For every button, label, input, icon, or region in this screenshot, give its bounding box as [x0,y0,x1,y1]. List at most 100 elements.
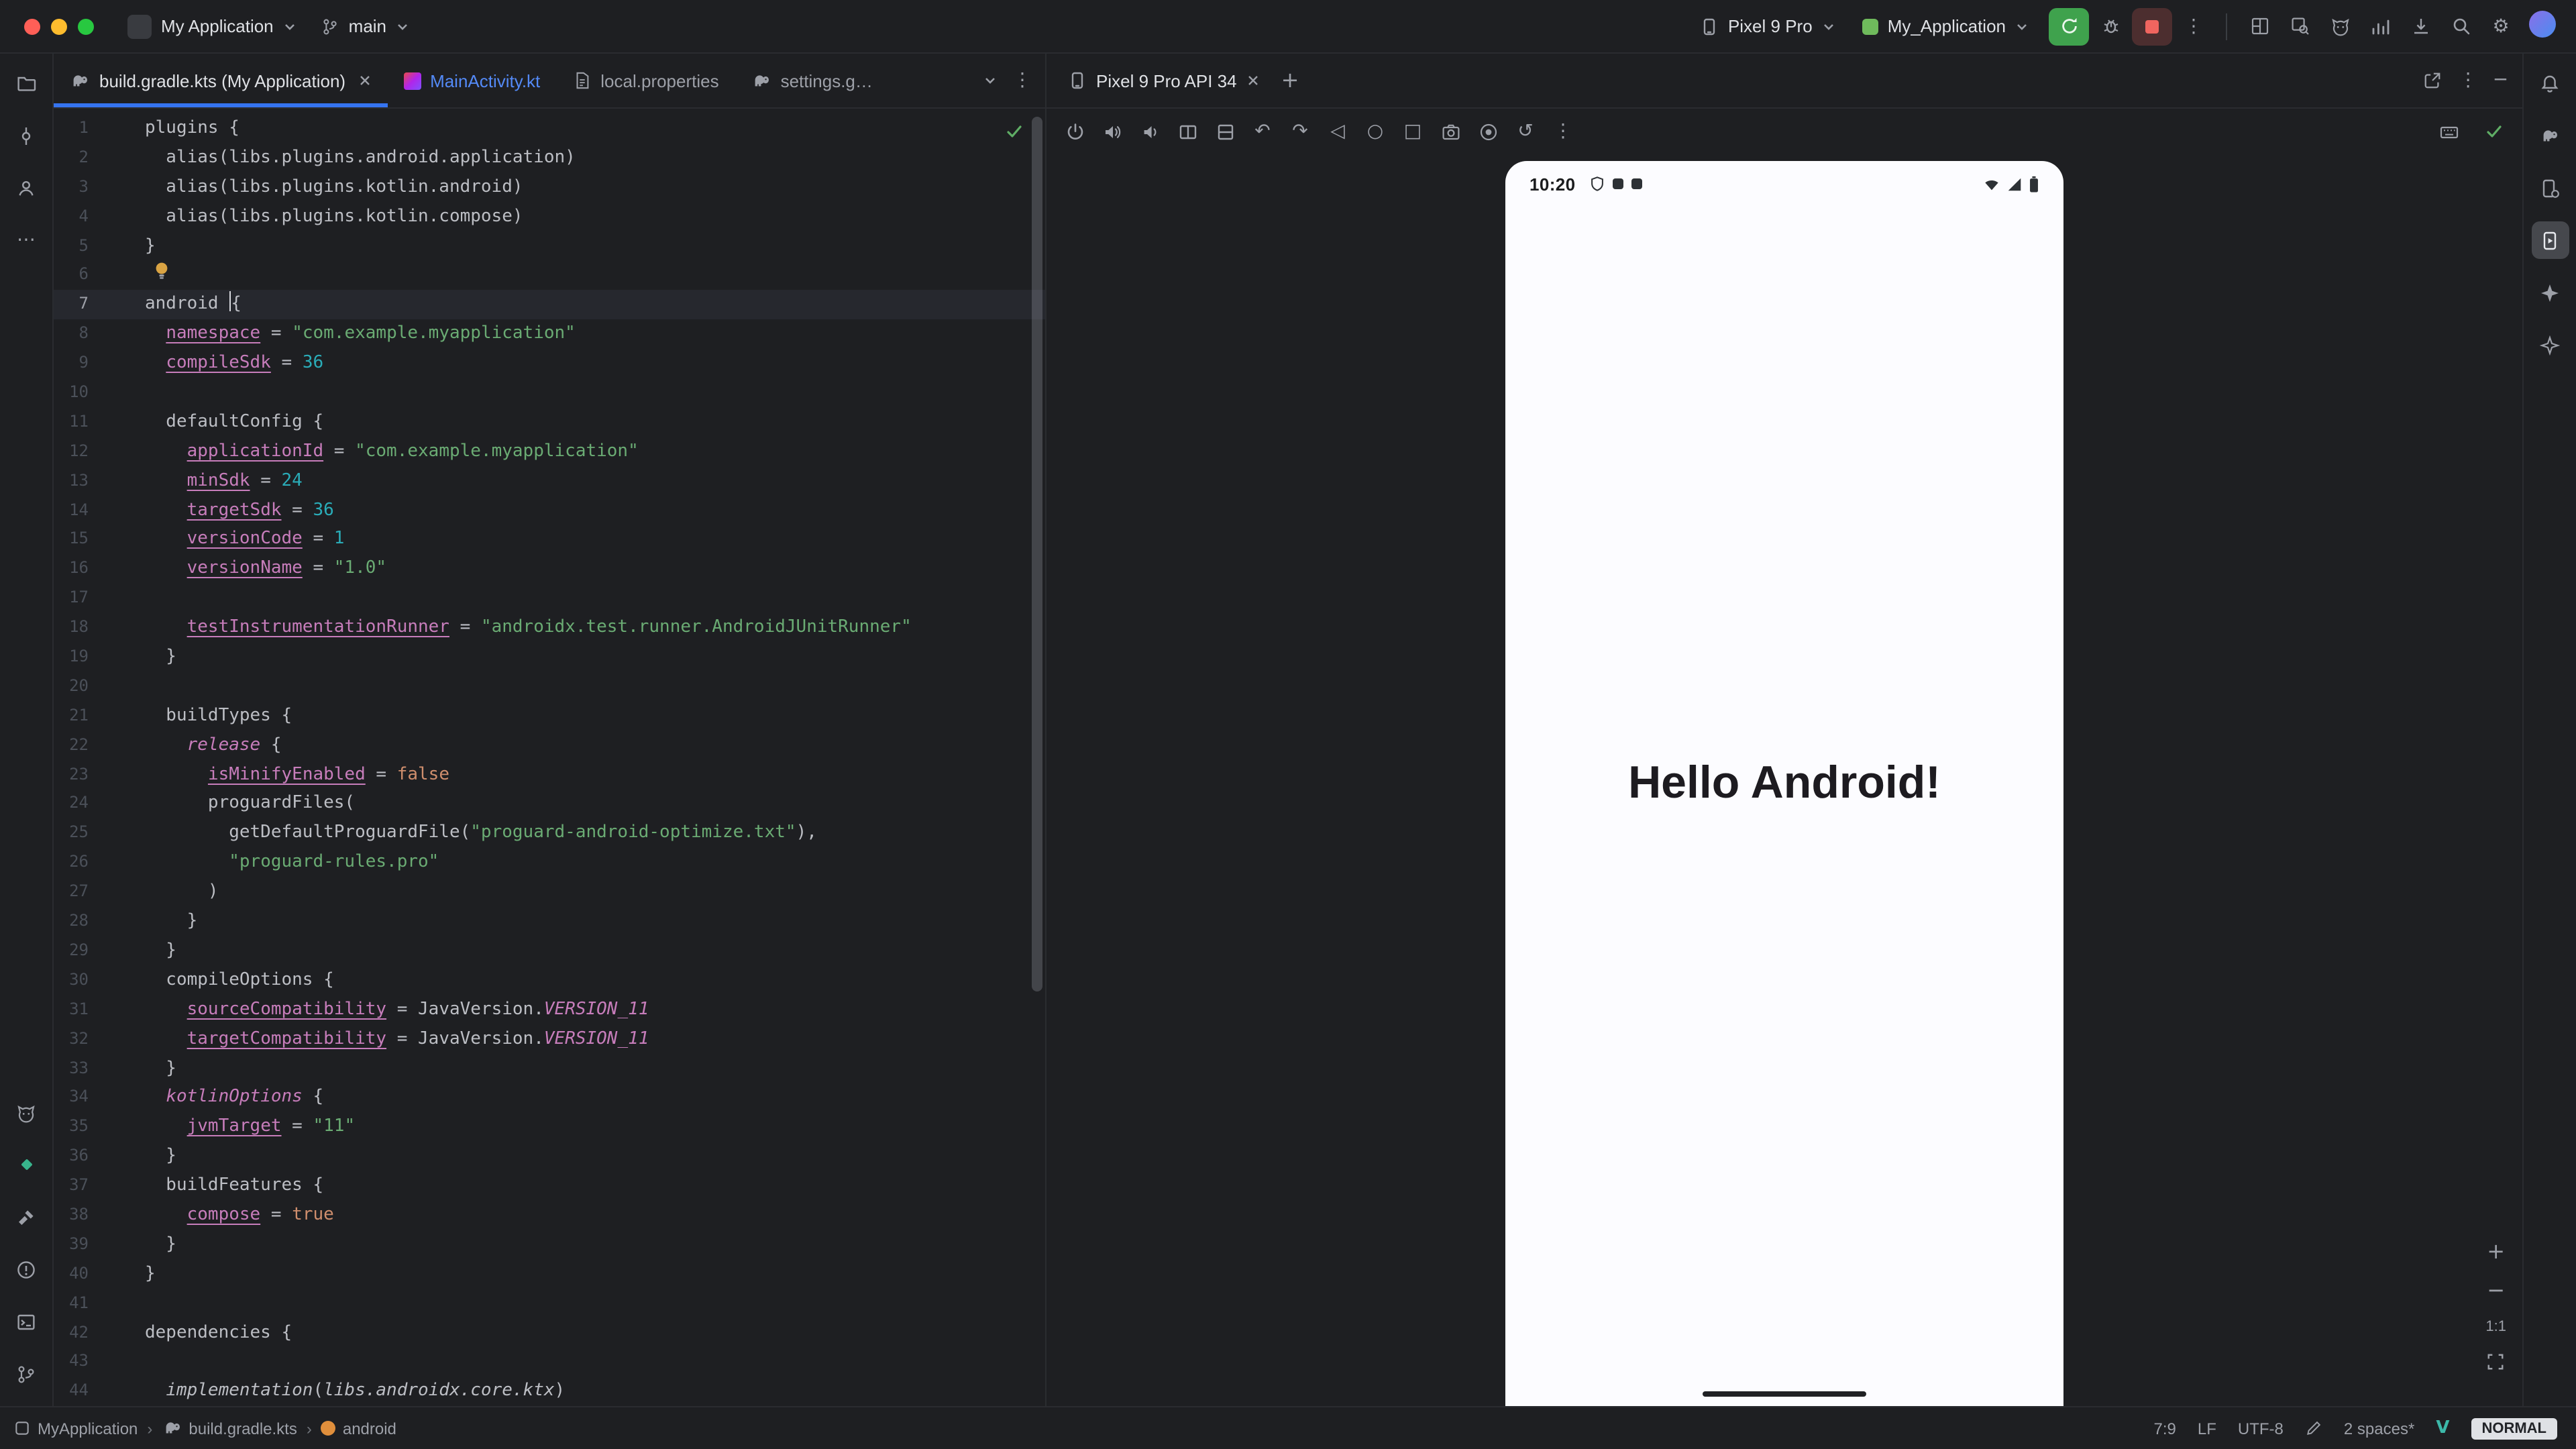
code-line[interactable]: 42dependencies { [54,1318,1045,1348]
close-tab-icon[interactable] [358,74,371,87]
tab-options-icon[interactable]: ⋮ [1013,71,1032,90]
code-line[interactable]: 22 release { [54,731,1045,760]
terminal-icon[interactable] [7,1303,45,1340]
pull-requests-icon[interactable] [7,169,45,207]
code-line[interactable]: 2 alias(libs.plugins.android.application… [54,144,1045,173]
code-line[interactable]: 23 isMinifyEnabled = false [54,760,1045,790]
code-line[interactable]: 31 sourceCompatibility = JavaVersion.VER… [54,995,1045,1024]
zoom-to-fit-icon[interactable] [2487,1352,2506,1371]
code-line[interactable]: 6 [54,261,1045,290]
add-device-tab-button[interactable]: + [1281,70,1299,91]
editor-tab[interactable]: MainActivity.kt [387,54,556,107]
code-line[interactable]: 35 jvmTarget = "11" [54,1113,1045,1142]
power-icon[interactable] [1057,114,1092,149]
code-line[interactable]: 21 buildTypes { [54,702,1045,731]
code-line[interactable]: 43 [54,1348,1045,1377]
overview-icon[interactable]: □ [1395,114,1430,149]
close-device-tab-icon[interactable] [1246,74,1260,87]
vim-mode-badge[interactable]: NORMAL [2471,1417,2557,1439]
logcat-icon[interactable] [7,1093,45,1131]
device-screen[interactable]: 10:20 Hello Android! [1505,161,2063,1406]
breadcrumb-item[interactable]: MyApplication [13,1419,138,1438]
device-selector[interactable]: Pixel 9 Pro [1688,11,1847,42]
code-line[interactable]: 27 ) [54,877,1045,907]
status-check-icon[interactable] [2477,114,2512,149]
panel-options-icon[interactable]: ⋮ [2459,71,2477,90]
record-icon[interactable] [1470,114,1505,149]
display-mode-icon[interactable] [1170,114,1205,149]
fold-icon[interactable] [1208,114,1242,149]
more-tool-windows-icon[interactable]: ⋯ [7,221,45,259]
code-line[interactable]: 14 targetSdk = 36 [54,496,1045,525]
commit-icon[interactable] [7,117,45,154]
code-line[interactable]: 12 applicationId = "com.example.myapplic… [54,437,1045,467]
code-line[interactable]: 7android { [54,290,1045,320]
code-line[interactable]: 32 targetCompatibility = JavaVersion.VER… [54,1024,1045,1054]
code-line[interactable]: 41 [54,1289,1045,1318]
code-line[interactable]: 34 kotlinOptions { [54,1083,1045,1113]
minimize-window-button[interactable] [51,18,67,34]
home-icon[interactable]: ○ [1358,114,1393,149]
sdk-manager-icon[interactable] [2402,7,2439,45]
search-icon[interactable] [2442,7,2479,45]
indent-style[interactable]: 2 spaces* [2344,1419,2414,1438]
code-line[interactable]: 18 testInstrumentationRunner = "androidx… [54,613,1045,643]
code-line[interactable]: 24 proguardFiles( [54,790,1045,819]
zoom-in-button[interactable]: + [2487,1241,2505,1263]
device-tab[interactable]: Pixel 9 Pro API 34 [1055,54,1273,107]
breadcrumb-item[interactable]: build.gradle.kts [162,1418,297,1438]
open-in-window-icon[interactable] [2422,71,2441,90]
code-line[interactable]: 33 } [54,1054,1045,1083]
code-line[interactable]: 15 versionCode = 1 [54,525,1045,555]
zoom-window-button[interactable] [78,18,94,34]
gesture-bar[interactable] [1703,1391,1866,1397]
code-line[interactable]: 5} [54,231,1045,261]
read-write-icon[interactable] [2305,1419,2322,1437]
inspections-status-icon[interactable] [1005,122,1024,141]
code-line[interactable]: 1plugins { [54,114,1045,144]
device-manager-icon[interactable] [2531,169,2569,207]
rotate-left-icon[interactable]: ↶ [1245,114,1280,149]
app-inspection-icon[interactable] [2281,7,2318,45]
problems-icon[interactable] [7,1250,45,1288]
rotate-right-icon[interactable]: ↷ [1283,114,1318,149]
project-icon[interactable] [7,64,45,102]
zoom-reset-button[interactable]: 1:1 [2485,1319,2506,1335]
code-line[interactable]: 11 defaultConfig { [54,408,1045,437]
code-line[interactable]: 13 minSdk = 24 [54,466,1045,496]
version-control-icon[interactable] [7,1355,45,1393]
caret-position[interactable]: 7:9 [2154,1419,2176,1438]
breadcrumb-item[interactable]: android [321,1419,396,1438]
code-line[interactable]: 8 namespace = "com.example.myapplication… [54,319,1045,349]
ideavim-icon[interactable]: V [2436,1419,2449,1437]
profile-button[interactable] [2522,7,2563,45]
code-line[interactable]: 20 [54,672,1045,702]
editor-tab[interactable]: build.gradle.kts (My Application) [54,54,387,107]
code-line[interactable]: 30 compileOptions { [54,966,1045,996]
code-line[interactable]: 16 versionName = "1.0" [54,555,1045,584]
code-line[interactable]: 39 } [54,1230,1045,1260]
gemini-icon[interactable] [2531,274,2569,311]
code-line[interactable]: 25 getDefaultProguardFile("proguard-andr… [54,819,1045,849]
code-line[interactable]: 28 } [54,907,1045,936]
file-encoding[interactable]: UTF-8 [2238,1419,2284,1438]
debug-button[interactable] [2092,7,2129,45]
hidden-tabs-icon[interactable] [983,74,997,87]
line-separator[interactable]: LF [2198,1419,2216,1438]
code-line[interactable]: 17 [54,584,1045,614]
hide-panel-icon[interactable]: ─ [2495,71,2506,90]
layout-inspector-icon[interactable] [2241,7,2278,45]
code-line[interactable]: 9 compileSdk = 36 [54,349,1045,378]
volume-up-icon[interactable] [1095,114,1130,149]
restore-icon[interactable]: ↺ [1508,114,1543,149]
more-run-actions-button[interactable]: ⋮ [2175,7,2212,45]
code-editor[interactable]: 1plugins {2 alias(libs.plugins.android.a… [54,109,1045,1406]
running-devices-icon[interactable] [2531,221,2569,259]
settings-icon[interactable]: ⚙ [2482,7,2520,45]
code-line[interactable]: 19 } [54,643,1045,672]
back-icon[interactable]: ◁ [1320,114,1355,149]
project-widget[interactable]: My Application [115,9,309,44]
code-line[interactable]: 36 } [54,1142,1045,1171]
volume-down-icon[interactable] [1132,114,1167,149]
stop-button[interactable] [2132,7,2172,45]
